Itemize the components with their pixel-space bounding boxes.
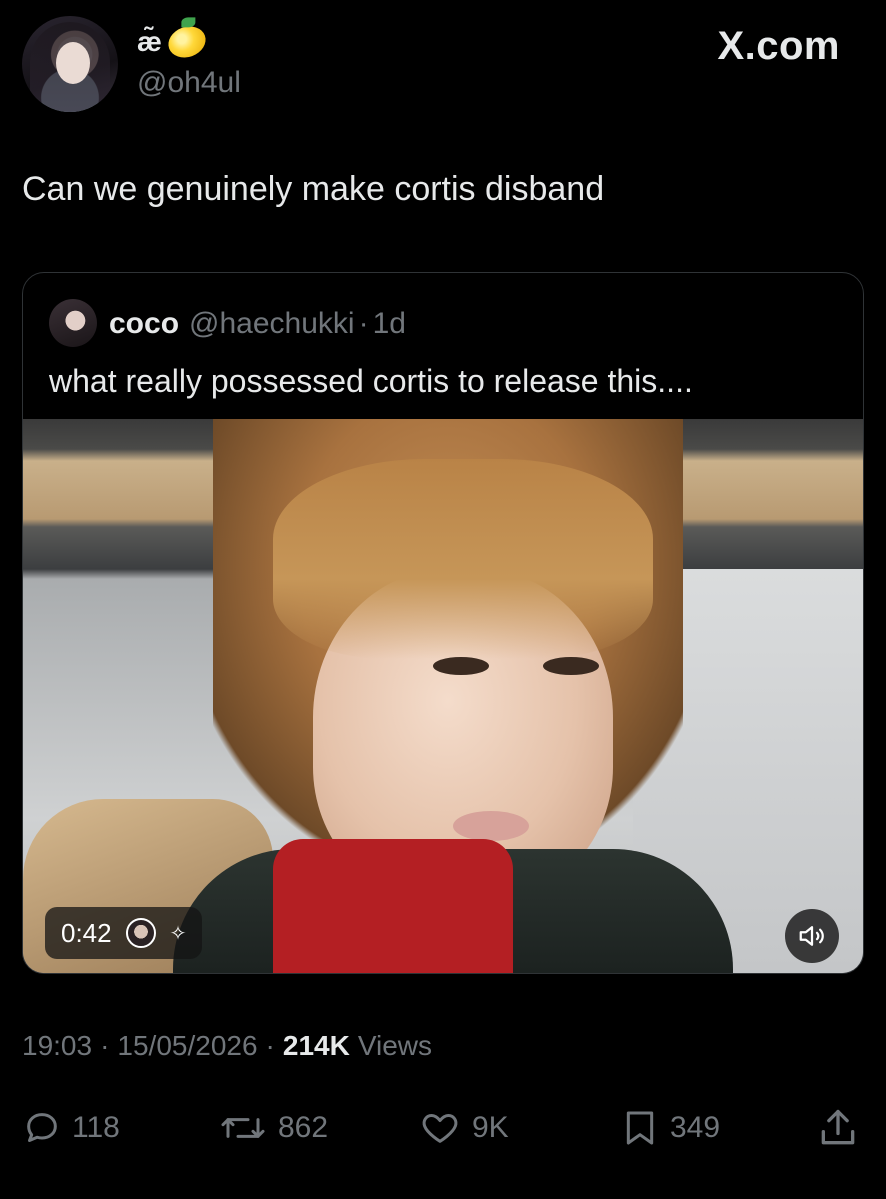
- reply-count: 118: [72, 1111, 120, 1144]
- views-label: Views: [357, 1030, 432, 1061]
- reply-button[interactable]: 118: [22, 1104, 120, 1152]
- bookmark-button[interactable]: 349: [620, 1104, 720, 1152]
- display-name-text: æ̃: [137, 26, 162, 57]
- video-duration: 0:42: [61, 917, 112, 948]
- author-avatar[interactable]: [22, 16, 118, 112]
- repost-count: 862: [278, 1111, 329, 1144]
- bookmark-count: 349: [670, 1111, 721, 1144]
- meta-separator: ·: [100, 1030, 110, 1061]
- tweet-meta: 19:03 · 15/05/2026 · 214K Views: [22, 1030, 432, 1062]
- lemon-emoji-icon: [163, 21, 210, 63]
- video-player[interactable]: [23, 419, 863, 973]
- video-duration-badge: 0:42 ✧: [45, 907, 203, 959]
- views-count: 214K: [282, 1030, 350, 1061]
- mute-toggle-button[interactable]: [785, 909, 839, 963]
- bookmark-icon: [626, 1111, 654, 1145]
- like-button[interactable]: 9K: [418, 1104, 509, 1152]
- tweet-text: Can we genuinely make cortis disband: [22, 170, 605, 208]
- author-display-name[interactable]: æ̃: [137, 21, 210, 63]
- quoted-author-avatar[interactable]: [49, 299, 97, 347]
- quoted-tweet[interactable]: coco @haechukki · 1d what really possess…: [22, 272, 864, 974]
- quoted-age: 1d: [372, 307, 406, 340]
- repost-button[interactable]: 862: [218, 1104, 328, 1152]
- action-bar: 118 862 9K 349: [22, 1104, 862, 1152]
- quoted-text: what really possessed cortis to release …: [49, 363, 693, 399]
- share-button[interactable]: [816, 1104, 860, 1152]
- share-icon: [821, 1109, 855, 1145]
- like-count: 9K: [472, 1111, 509, 1144]
- quoted-separator: ·: [358, 307, 369, 340]
- speaker-icon: [799, 926, 824, 946]
- sparkle-icon: ✧: [169, 922, 187, 945]
- quoted-header: coco @haechukki · 1d: [109, 307, 406, 341]
- uploader-mini-avatar: [125, 918, 156, 948]
- author-handle[interactable]: @oh4ul: [137, 66, 241, 100]
- tweet-time[interactable]: 19:03: [22, 1030, 92, 1062]
- repost-icon: [221, 1118, 265, 1138]
- quoted-author-name[interactable]: coco: [109, 307, 179, 341]
- tweet-date[interactable]: 15/05/2026: [117, 1030, 257, 1062]
- reply-icon: [27, 1113, 57, 1142]
- x-watermark: X.com: [717, 24, 840, 68]
- meta-separator: ·: [265, 1030, 275, 1061]
- quoted-author-handle[interactable]: @haechukki: [189, 307, 355, 341]
- heart-icon: [422, 1114, 458, 1143]
